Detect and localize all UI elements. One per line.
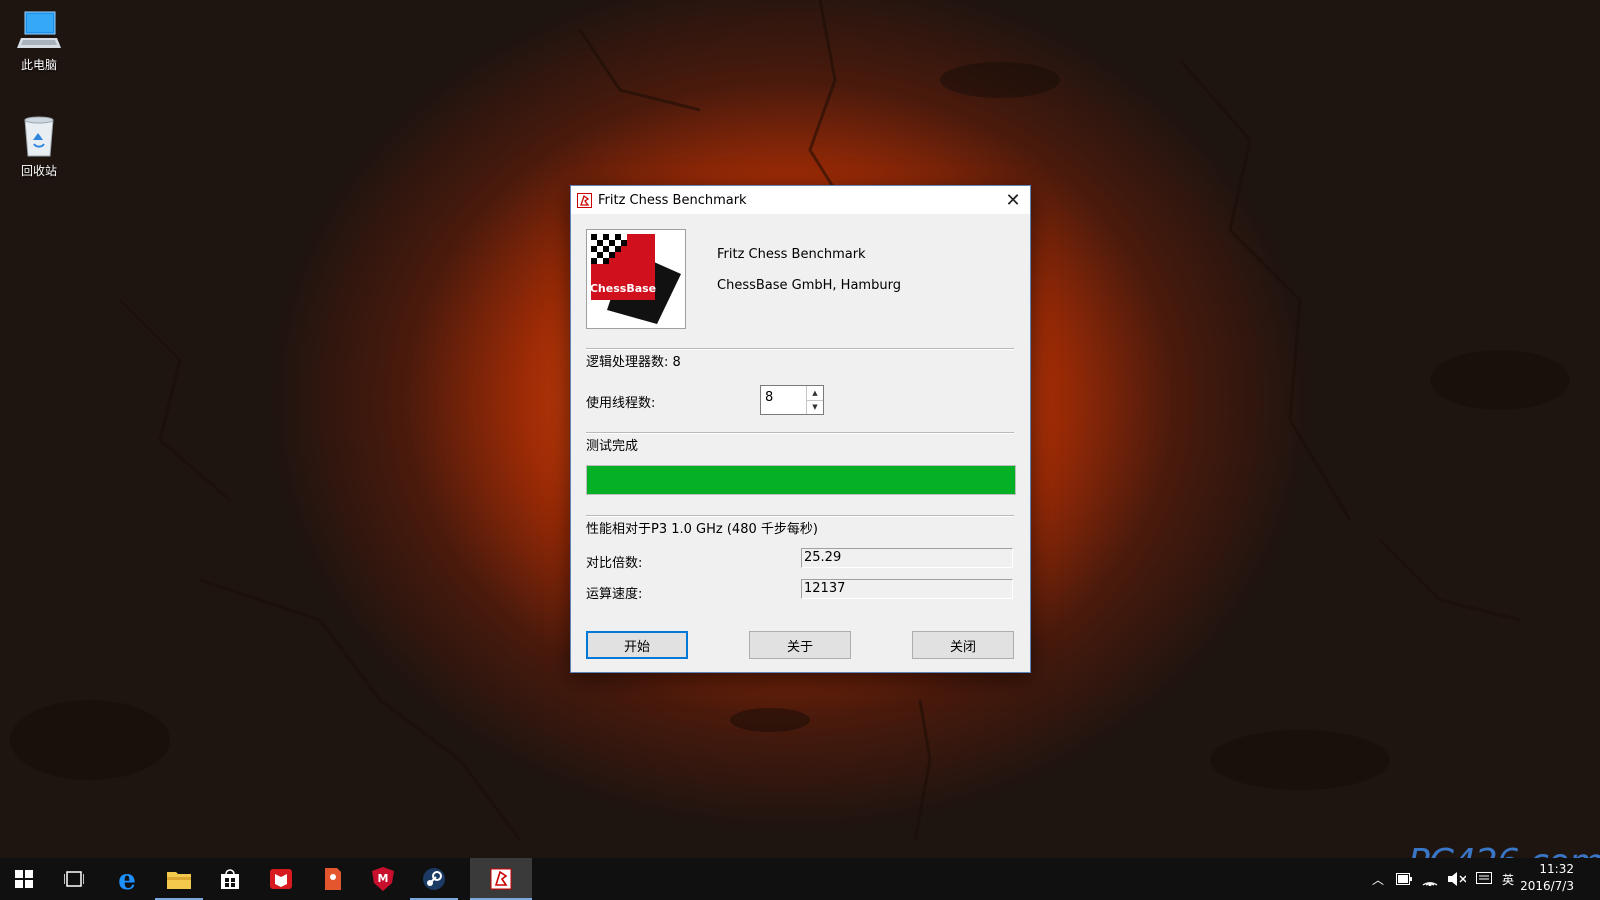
threads-stepper[interactable]: 8 ▲ ▼	[760, 385, 824, 415]
task-view-icon	[64, 871, 84, 887]
ime-indicator[interactable]: 英	[1502, 871, 1514, 888]
recycle-bin-icon	[17, 114, 61, 158]
svg-text:M: M	[378, 872, 389, 885]
taskbar-app[interactable]	[308, 858, 356, 900]
fritz-benchmark-icon	[490, 868, 512, 890]
clock[interactable]: 11:32 2016/7/3	[1520, 861, 1574, 895]
desktop-icon-label: 回收站	[20, 164, 57, 178]
desktop-icon-this-pc[interactable]: 此电脑	[1, 8, 77, 73]
divider	[586, 432, 1014, 434]
threads-value[interactable]: 8	[761, 386, 806, 414]
store-icon	[221, 869, 239, 889]
app-icon	[325, 868, 341, 890]
stepper-up-icon[interactable]: ▲	[807, 386, 823, 400]
volume-muted-icon[interactable]	[1448, 872, 1467, 886]
reader-icon	[270, 869, 292, 889]
threads-label: 使用线程数:	[586, 396, 656, 411]
taskbar-fritz-benchmark[interactable]	[470, 858, 532, 900]
clock-time: 11:32	[1539, 862, 1574, 876]
logo-text: ChessBase	[590, 282, 656, 295]
window-title: Fritz Chess Benchmark	[598, 192, 747, 208]
mcafee-icon: M	[372, 867, 394, 891]
company-name: ChessBase GmbH, Hamburg	[717, 278, 901, 293]
action-center-icon[interactable]	[1476, 872, 1493, 886]
network-icon[interactable]	[1422, 872, 1438, 886]
fritz-app-icon	[577, 192, 592, 208]
computer-icon	[17, 8, 61, 52]
file-explorer-icon	[167, 872, 191, 889]
divider	[586, 515, 1014, 517]
edge-icon: e	[118, 862, 136, 896]
taskbar-mcafee[interactable]: M	[359, 858, 407, 900]
performance-label: 性能相对于P3 1.0 GHz (480 千步每秒)	[586, 522, 818, 537]
start-button[interactable]	[0, 858, 48, 900]
desktop-icon-label: 此电脑	[20, 58, 57, 72]
taskbar-file-explorer[interactable]	[155, 858, 203, 900]
fritz-benchmark-dialog: Fritz Chess Benchmark ✕ ChessBase Fritz …	[570, 185, 1031, 673]
steam-icon	[423, 868, 445, 890]
progress-fill	[587, 466, 1015, 494]
title-bar[interactable]: Fritz Chess Benchmark ✕	[571, 186, 1030, 214]
task-view-button[interactable]	[50, 858, 98, 900]
system-tray: ︿ 英	[1372, 858, 1514, 900]
taskbar-reader[interactable]	[257, 858, 305, 900]
speed-label: 运算速度:	[586, 587, 643, 602]
start-button[interactable]: 开始	[586, 631, 688, 659]
status-label: 测试完成	[586, 439, 639, 454]
progress-bar	[586, 465, 1016, 495]
product-name: Fritz Chess Benchmark	[717, 247, 866, 262]
clock-date: 2016/7/3	[1520, 879, 1574, 893]
about-button[interactable]: 关于	[749, 631, 851, 659]
ratio-label: 对比倍数:	[586, 556, 643, 571]
logical-processors-label: 逻辑处理器数: 8	[586, 355, 681, 370]
chessbase-logo: ChessBase	[586, 229, 686, 329]
divider	[586, 348, 1014, 350]
ratio-value: 25.29	[801, 548, 1013, 568]
taskbar-edge[interactable]: e	[103, 858, 151, 900]
taskbar: e M ︿ 英 11:32 2016/7/3	[0, 858, 1600, 900]
close-button[interactable]: 关闭	[912, 631, 1014, 659]
close-icon[interactable]: ✕	[996, 186, 1030, 214]
taskbar-store[interactable]	[206, 858, 254, 900]
show-hidden-icons-icon[interactable]: ︿	[1372, 871, 1384, 888]
speed-value: 12137	[801, 579, 1013, 599]
battery-icon[interactable]	[1396, 873, 1413, 885]
taskbar-steam[interactable]	[410, 858, 458, 900]
start-icon	[15, 870, 33, 888]
desktop-icon-recycle-bin[interactable]: 回收站	[1, 114, 77, 179]
stepper-down-icon[interactable]: ▼	[807, 399, 823, 415]
